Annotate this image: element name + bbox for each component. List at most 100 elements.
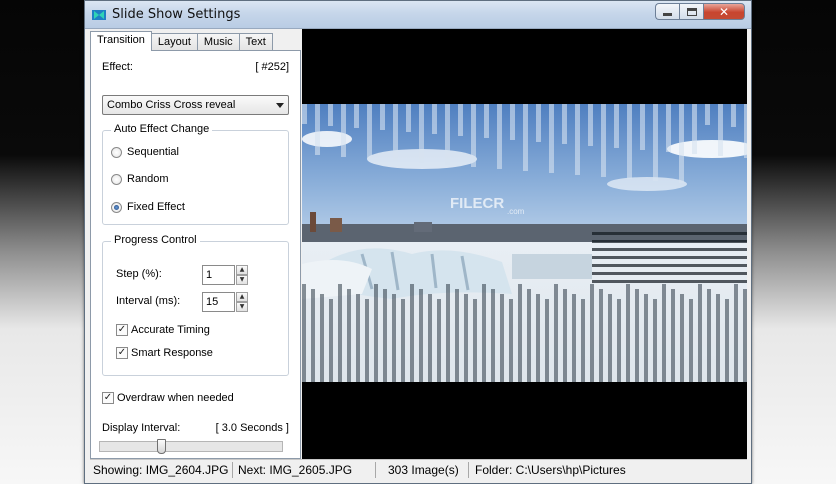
- transition-stripe: [581, 299, 585, 382]
- transition-stripe: [354, 104, 359, 128]
- effect-label: Effect:: [102, 61, 133, 73]
- transition-stripe: [705, 104, 710, 125]
- transition-tab-page: Effect: [ #252] Combo Criss Cross reveal…: [90, 50, 301, 464]
- maximize-button[interactable]: [679, 3, 703, 20]
- transition-stripe: [302, 104, 307, 124]
- transition-stripe: [653, 104, 658, 181]
- display-interval-slider-track[interactable]: [99, 441, 283, 452]
- transition-stripe: [689, 299, 693, 382]
- sequential-radio[interactable]: [111, 147, 122, 158]
- display-interval-label: Display Interval:: [102, 422, 181, 434]
- slideshow-preview: FILECR .com: [302, 29, 747, 459]
- tab-music[interactable]: Music: [196, 33, 240, 51]
- transition-stripe: [419, 104, 424, 163]
- transition-stripe: [356, 294, 360, 382]
- status-next: Next: IMG_2605.JPG: [238, 463, 353, 477]
- transition-stripe: [592, 264, 747, 267]
- step-down-button[interactable]: ▼: [236, 275, 248, 285]
- transition-stripe: [406, 104, 411, 132]
- interval-up-button[interactable]: ▲: [236, 292, 248, 302]
- interval-spinner[interactable]: 15 ▲ ▼: [202, 292, 248, 312]
- auto-effect-title: Auto Effect Change: [111, 123, 213, 135]
- transition-stripe: [592, 280, 747, 283]
- niagara-falls-photo: FILECR .com: [302, 104, 747, 382]
- transition-stripe: [698, 284, 702, 382]
- transition-stripe: [627, 104, 632, 179]
- transition-stripe: [692, 104, 697, 154]
- transition-stripe: [743, 289, 747, 382]
- transition-stripe: [383, 289, 387, 382]
- transition-stripe: [428, 294, 432, 382]
- smart-response-label[interactable]: Smart Response: [131, 347, 213, 359]
- sequential-label[interactable]: Sequential: [127, 146, 179, 158]
- transition-stripe: [608, 294, 612, 382]
- transition-stripe: [392, 294, 396, 382]
- transition-stripe: [320, 294, 324, 382]
- transition-stripe: [484, 104, 489, 138]
- transition-stripe: [347, 289, 351, 382]
- overdraw-checkbox[interactable]: ✓: [102, 392, 114, 404]
- minimize-button[interactable]: [655, 3, 679, 20]
- effect-dropdown[interactable]: Combo Criss Cross reveal: [102, 95, 289, 115]
- close-button[interactable]: ✕: [703, 3, 745, 20]
- transition-stripe: [315, 104, 320, 155]
- transition-stripe: [328, 104, 333, 126]
- fixed-effect-radio[interactable]: [111, 202, 122, 213]
- transition-stripe: [671, 289, 675, 382]
- transition-stripe: [510, 104, 515, 140]
- transition-stripe: [432, 104, 437, 134]
- transition-stripe: [523, 104, 528, 171]
- transition-stripe: [734, 284, 738, 382]
- transition-stripe: [716, 294, 720, 382]
- display-interval-slider-thumb[interactable]: [157, 439, 166, 454]
- transition-stripe: [410, 284, 414, 382]
- transition-stripe: [549, 104, 554, 173]
- transition-stripe: [464, 294, 468, 382]
- random-radio[interactable]: [111, 174, 122, 185]
- progress-control-title: Progress Control: [111, 234, 200, 246]
- maximize-icon: [686, 7, 697, 16]
- title-bar[interactable]: Slide Show Settings ✕: [85, 1, 751, 29]
- transition-stripe: [590, 284, 594, 382]
- transition-stripe: [419, 289, 423, 382]
- display-interval-value: [ 3.0 Seconds ]: [215, 422, 289, 434]
- transition-stripe: [653, 299, 657, 382]
- transition-stripe: [446, 284, 450, 382]
- interval-label: Interval (ms):: [116, 295, 181, 307]
- transition-stripe: [329, 299, 333, 382]
- accurate-timing-label[interactable]: Accurate Timing: [131, 324, 210, 336]
- step-input[interactable]: 1: [202, 265, 235, 285]
- random-label[interactable]: Random: [127, 173, 169, 185]
- transition-stripe: [626, 284, 630, 382]
- tab-transition[interactable]: Transition: [90, 31, 152, 51]
- watermark-brand: FILECR: [450, 195, 504, 212]
- transition-stripe: [588, 104, 593, 146]
- step-up-button[interactable]: ▲: [236, 265, 248, 275]
- transition-stripe: [545, 299, 549, 382]
- status-showing: Showing: IMG_2604.JPG: [93, 463, 229, 477]
- transition-stripe: [367, 104, 372, 159]
- transition-stripe: [518, 284, 522, 382]
- transition-stripe: [341, 104, 346, 157]
- interval-down-button[interactable]: ▼: [236, 302, 248, 312]
- preview-image: FILECR .com: [302, 104, 747, 382]
- minimize-icon: [663, 13, 672, 16]
- transition-stripe: [617, 299, 621, 382]
- transition-stripe: [592, 240, 747, 243]
- smart-response-checkbox[interactable]: ✓: [116, 347, 128, 359]
- transition-stripe: [401, 299, 405, 382]
- settings-panel: Transition Layout Music Text Effect: [ #…: [90, 31, 301, 464]
- fixed-effect-label[interactable]: Fixed Effect: [127, 201, 185, 213]
- transition-stripe: [445, 104, 450, 165]
- transition-stripe: [680, 294, 684, 382]
- tab-layout[interactable]: Layout: [150, 33, 198, 51]
- tab-text[interactable]: Text: [238, 33, 273, 51]
- slideshow-app-icon: [92, 10, 106, 20]
- transition-stripe: [374, 284, 378, 382]
- transition-stripe: [536, 294, 540, 382]
- interval-input[interactable]: 15: [202, 292, 235, 312]
- overdraw-label[interactable]: Overdraw when needed: [117, 392, 234, 404]
- status-bar: Showing: IMG_2604.JPG Next: IMG_2605.JPG…: [90, 459, 747, 479]
- step-spinner[interactable]: 1 ▲ ▼: [202, 265, 248, 285]
- accurate-timing-checkbox[interactable]: ✓: [116, 324, 128, 336]
